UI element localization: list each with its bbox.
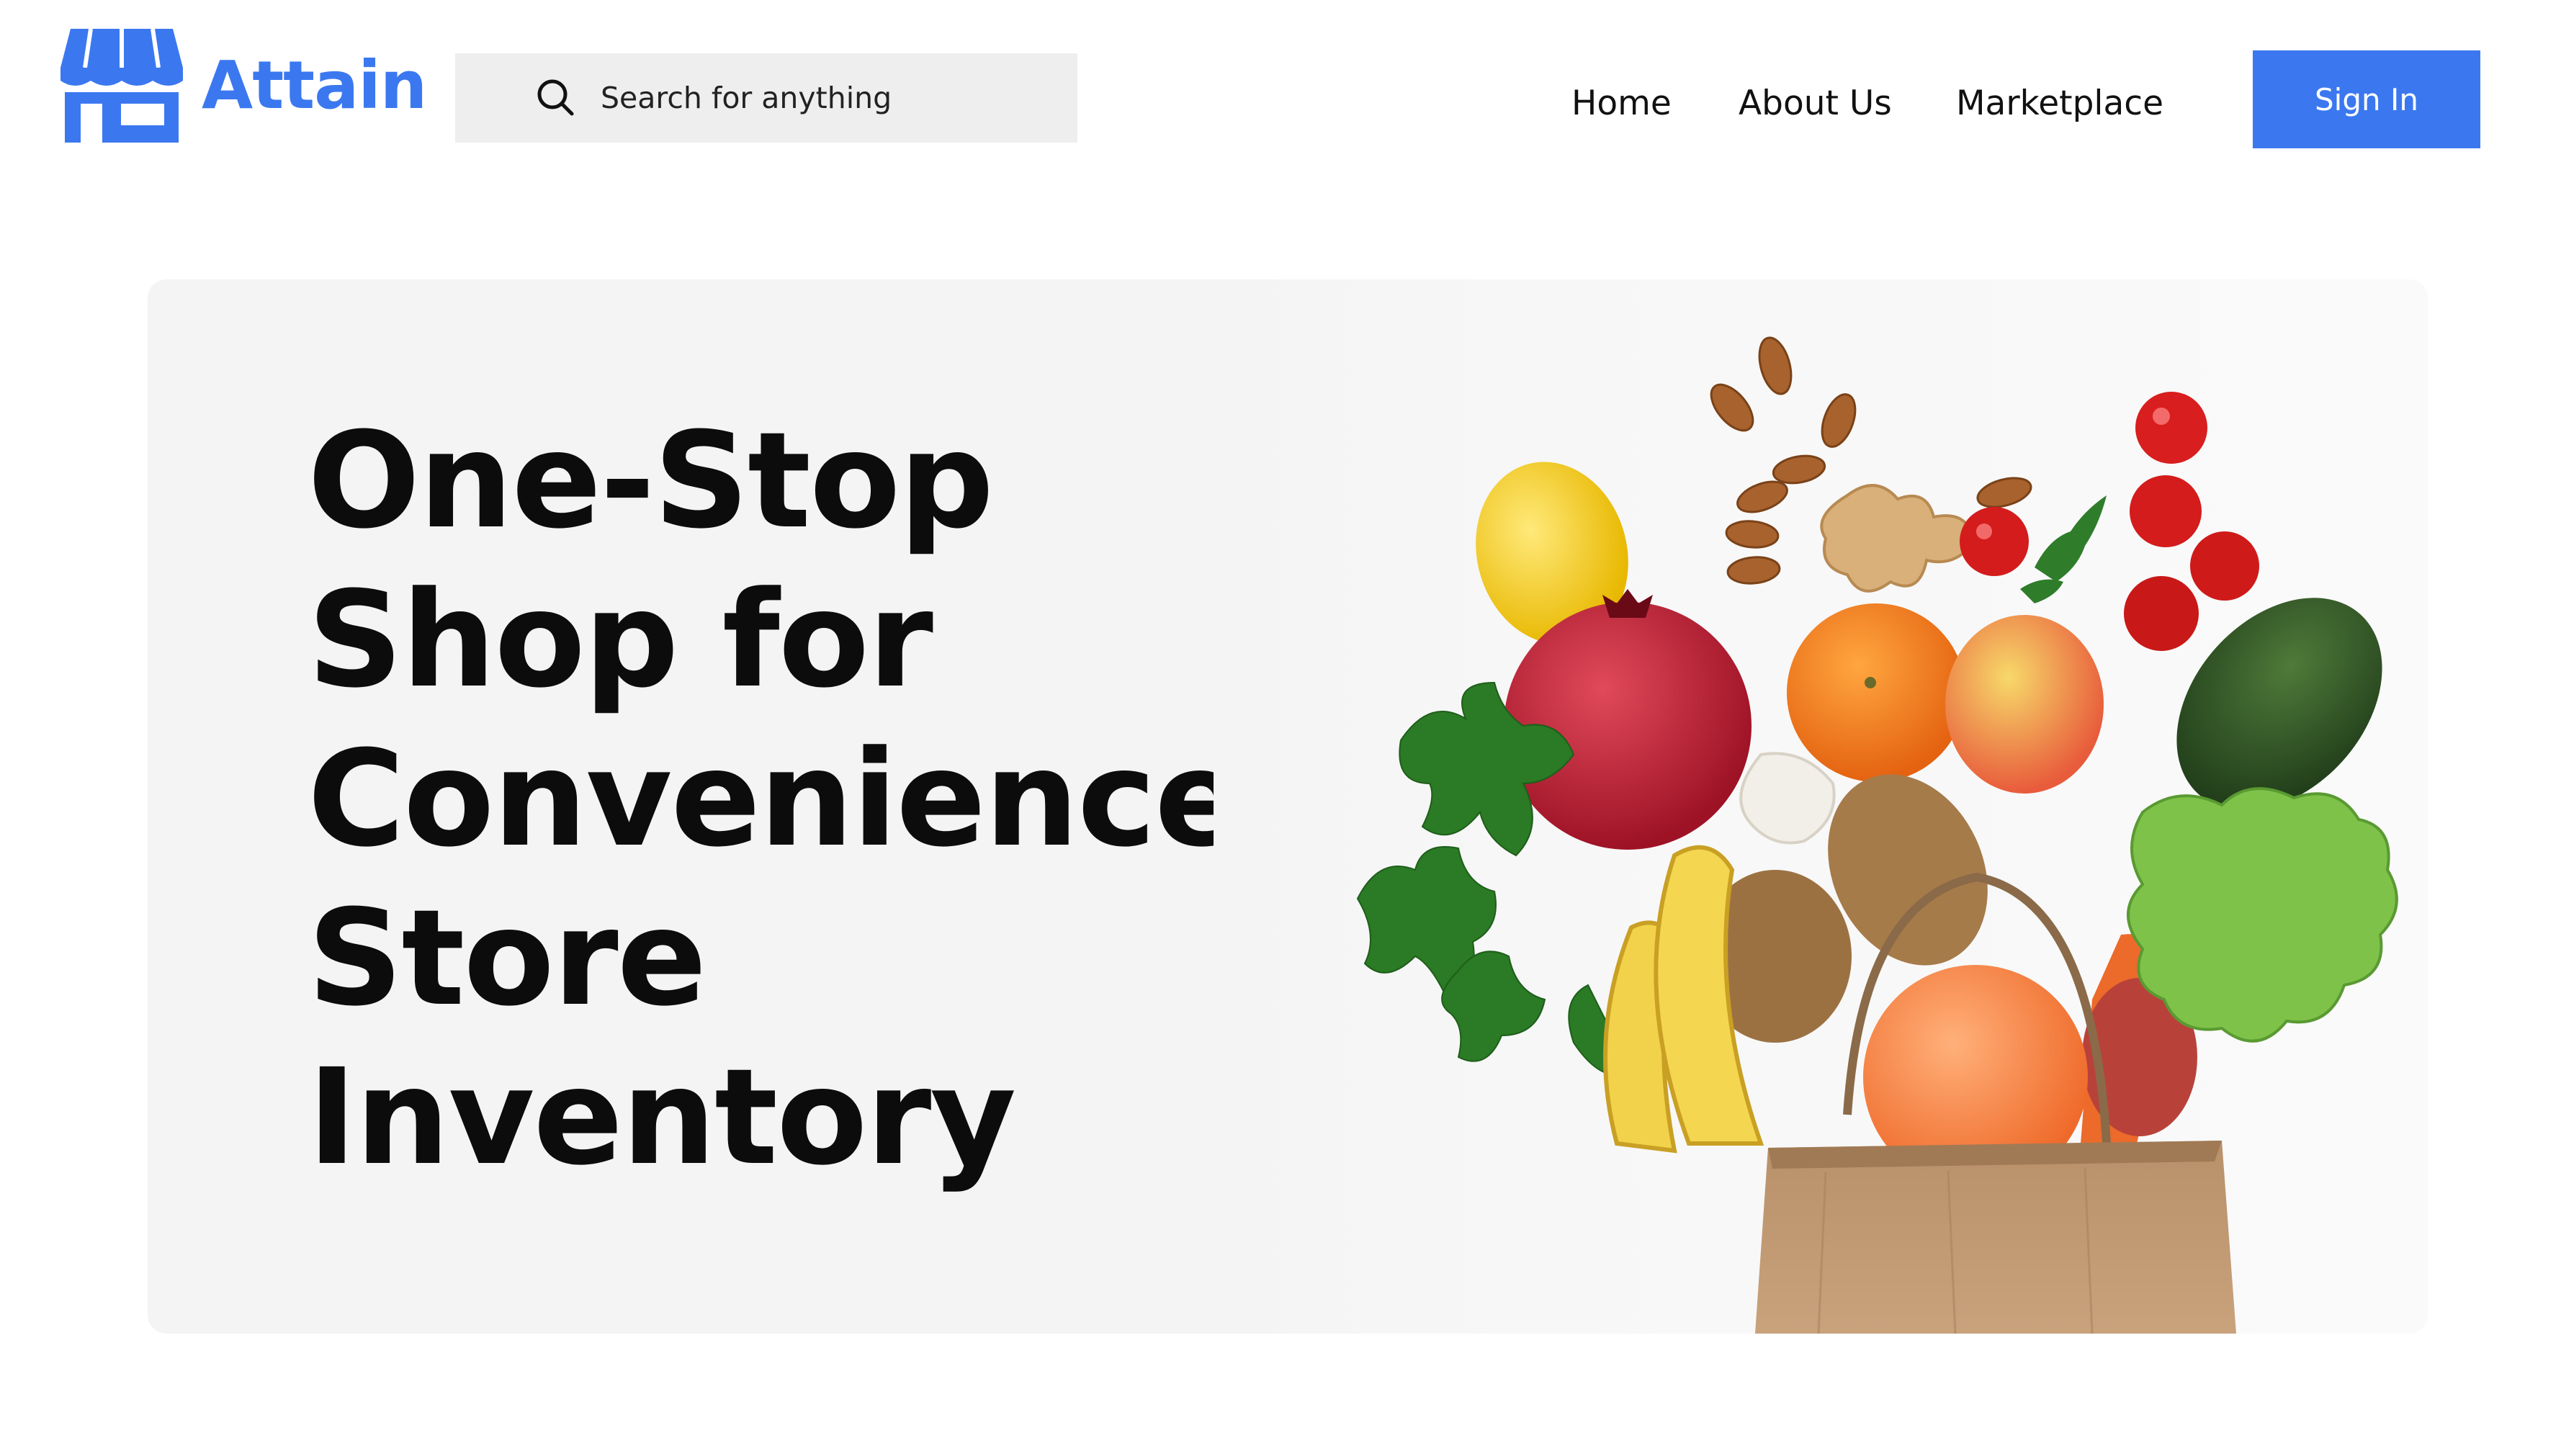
hero-title: One-Stop Shop for Convenience Store Inve… xyxy=(308,402,1244,1197)
hero-title-line: Inventory xyxy=(308,1041,1016,1195)
search-input[interactable] xyxy=(599,80,1034,116)
storefront-icon xyxy=(60,29,183,143)
hero-banner: One-Stop Shop for Convenience Store Inve… xyxy=(148,279,2428,1334)
sign-in-button[interactable]: Sign In xyxy=(2253,50,2480,148)
hero-title-line: Convenience xyxy=(308,722,1244,876)
brand-name: Attain xyxy=(202,47,427,124)
nav-about-us[interactable]: About Us xyxy=(1739,84,1892,123)
hero-title-line: Shop for xyxy=(308,563,933,717)
nav-home[interactable]: Home xyxy=(1571,84,1672,123)
brand-logo[interactable]: Attain xyxy=(60,29,427,143)
hero-title-line: Store xyxy=(308,881,707,1035)
nav-marketplace[interactable]: Marketplace xyxy=(1956,84,2163,123)
grocery-bag-icon xyxy=(1214,279,2428,1334)
hero-title-line: One-Stop xyxy=(308,404,994,558)
search-bar[interactable] xyxy=(455,53,1077,143)
search-icon xyxy=(537,79,574,116)
